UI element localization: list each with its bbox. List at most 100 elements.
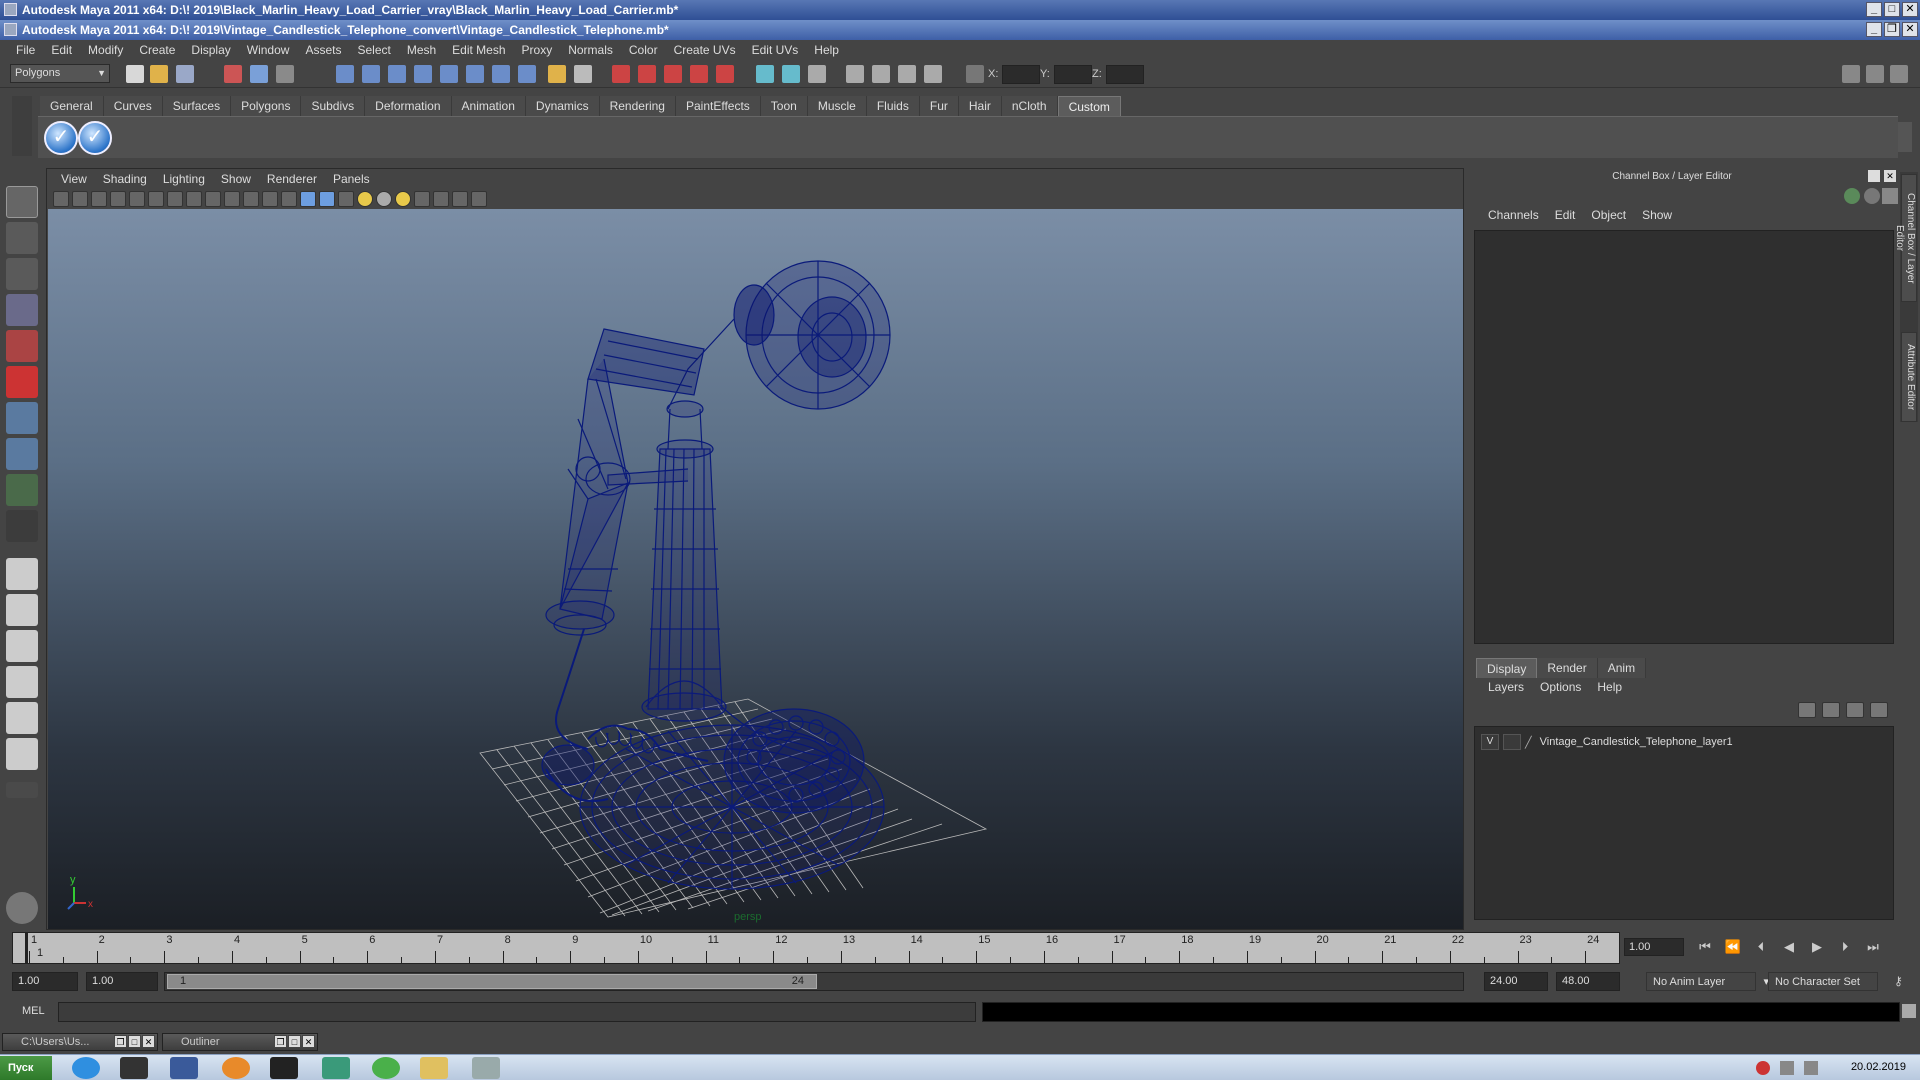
restore-icon[interactable]: ❐ — [114, 1035, 127, 1048]
default-light-icon[interactable] — [395, 191, 411, 207]
select-by-component-icon[interactable] — [276, 65, 294, 83]
attribute-editor-toggle-icon[interactable] — [1866, 65, 1884, 83]
current-time-marker[interactable] — [25, 933, 28, 963]
construction-icon[interactable] — [492, 65, 510, 83]
input-line-icon[interactable] — [756, 65, 774, 83]
restore-button[interactable]: ❐ — [1884, 22, 1900, 37]
new-layer-icon[interactable] — [1846, 702, 1864, 718]
viewport-menu-view[interactable]: View — [53, 171, 95, 187]
paint-select-tool-icon[interactable] — [6, 258, 38, 290]
channel-box-body[interactable] — [1474, 230, 1894, 644]
layout-graph-icon[interactable] — [6, 666, 38, 698]
layer-display-type-toggle[interactable] — [1503, 734, 1521, 750]
command-input[interactable] — [58, 1002, 976, 1022]
menu-edit-uvs[interactable]: Edit UVs — [744, 43, 807, 57]
channel-box-menu-object[interactable]: Object — [1583, 208, 1634, 222]
menu-help[interactable]: Help — [806, 43, 847, 57]
grid-icon[interactable] — [167, 191, 183, 207]
menu-window[interactable]: Window — [239, 43, 298, 57]
viewport-menu-show[interactable]: Show — [213, 171, 259, 187]
camera-2d-icon[interactable] — [129, 191, 145, 207]
select-tool-icon[interactable] — [6, 186, 38, 218]
layer-row[interactable]: V ╱ Vintage_Candlestick_Telephone_layer1 — [1481, 733, 1887, 751]
shelf-tab-custom[interactable]: Custom — [1057, 96, 1121, 116]
select-by-object-icon[interactable] — [250, 65, 268, 83]
new-layer-selected-icon[interactable] — [1870, 702, 1888, 718]
save-scene-icon[interactable] — [176, 65, 194, 83]
layer-menu-layers[interactable]: Layers — [1480, 680, 1532, 694]
menu-set-selector[interactable]: Polygons ▼ — [10, 64, 110, 83]
viewport-menu-shading[interactable]: Shading — [95, 171, 155, 187]
play-forward-icon[interactable]: ▶ — [1808, 938, 1826, 956]
shelf-tab-deformation[interactable]: Deformation — [365, 96, 452, 116]
camera-icon[interactable] — [846, 65, 864, 83]
field-chart-icon[interactable] — [243, 191, 259, 207]
minimize-button[interactable]: _ — [1866, 2, 1882, 17]
layer-menu-help[interactable]: Help — [1589, 680, 1630, 694]
camera-select-icon[interactable] — [53, 191, 69, 207]
shelf-tab-animation[interactable]: Animation — [451, 96, 526, 116]
viewport-menu-lighting[interactable]: Lighting — [155, 171, 213, 187]
shelf-checkmark-button-2[interactable]: ✓ — [78, 121, 112, 155]
photoshop-icon[interactable] — [270, 1057, 298, 1079]
shelf-tab-polygons[interactable]: Polygons — [231, 96, 302, 116]
main-window-titlebar[interactable]: Autodesk Maya 2011 x64: D:\! 2019\Vintag… — [0, 20, 1920, 40]
move-layer-up-icon[interactable] — [1798, 702, 1816, 718]
transform-mode-icon[interactable] — [924, 65, 942, 83]
last-tool-icon[interactable] — [6, 510, 38, 542]
start-button[interactable]: Пуск — [0, 1056, 52, 1080]
channel-box-menu-channels[interactable]: Channels — [1480, 208, 1547, 222]
time-slider[interactable]: 1 1 2 3 4 5 6 7 8 9 10 11 12 13 14 15 16 17 18 19 20 21 22 23 2… — [12, 932, 1620, 964]
shelf-tab-surfaces[interactable]: Surfaces — [162, 96, 232, 116]
animation-end-field[interactable]: 48.00 — [1556, 972, 1620, 991]
step-back-key-icon[interactable]: ⏪ — [1724, 938, 1742, 956]
channel-key-icon[interactable] — [1844, 188, 1860, 204]
shelf-tab-subdivs[interactable]: Subdivs — [301, 96, 366, 116]
firefox-icon[interactable] — [222, 1057, 250, 1079]
layer-tab-display[interactable]: Display — [1476, 658, 1538, 678]
lock-icon[interactable] — [548, 65, 566, 83]
shelf-handle[interactable] — [12, 96, 32, 156]
safe-action-icon[interactable] — [262, 191, 278, 207]
close-icon[interactable]: ✕ — [302, 1035, 315, 1048]
snap-view-plane-icon[interactable] — [414, 65, 432, 83]
shelf-checkmark-button-1[interactable]: ✓ — [44, 121, 78, 155]
menu-edit-mesh[interactable]: Edit Mesh — [444, 43, 513, 57]
menu-create[interactable]: Create — [131, 43, 183, 57]
viewport-menu-panels[interactable]: Panels — [325, 171, 378, 187]
pin-icon[interactable] — [1882, 188, 1898, 204]
tray-alert-icon[interactable] — [1756, 1061, 1770, 1075]
key-icon[interactable]: ⚷ — [1894, 974, 1910, 990]
play-backward-icon[interactable]: ◀ — [1780, 938, 1798, 956]
soft-mod-tool-icon[interactable] — [6, 438, 38, 470]
use-all-lights-icon[interactable] — [357, 191, 373, 207]
maximize-icon[interactable]: □ — [288, 1035, 301, 1048]
rotate-tool-icon[interactable] — [6, 330, 38, 362]
close-button[interactable]: ✕ — [1902, 2, 1918, 17]
skype-icon[interactable] — [72, 1057, 100, 1079]
menu-normals[interactable]: Normals — [560, 43, 621, 57]
channel-options-icon[interactable] — [1864, 188, 1880, 204]
bookmark-icon[interactable] — [91, 191, 107, 207]
snap-curve-icon[interactable] — [362, 65, 380, 83]
isolate-select-icon[interactable] — [414, 191, 430, 207]
shelf-tab-toon[interactable]: Toon — [760, 96, 808, 116]
attribute-editor-side-tab[interactable]: Attribute Editor — [1901, 332, 1917, 422]
float-panel-icon[interactable] — [1868, 170, 1880, 182]
menu-proxy[interactable]: Proxy — [514, 43, 561, 57]
shelf-scroll[interactable] — [1898, 122, 1912, 152]
layout-four-icon[interactable] — [6, 594, 38, 626]
menu-select[interactable]: Select — [349, 43, 398, 57]
layout-hypershade-icon[interactable] — [6, 702, 38, 734]
layer-tab-render[interactable]: Render — [1537, 658, 1598, 678]
select-tool-icon[interactable] — [898, 65, 916, 83]
shadows-icon[interactable] — [376, 191, 392, 207]
shelf-tab-muscle[interactable]: Muscle — [807, 96, 867, 116]
step-back-frame-icon[interactable]: ⏴ — [1752, 938, 1770, 956]
viewport-menu-renderer[interactable]: Renderer — [259, 171, 325, 187]
maya-taskbar-icon[interactable] — [170, 1057, 198, 1079]
go-to-end-icon[interactable]: ⏭ — [1864, 938, 1882, 956]
menu-mesh[interactable]: Mesh — [399, 43, 444, 57]
menu-file[interactable]: File — [8, 43, 43, 57]
step-forward-frame-icon[interactable]: ⏵ — [1836, 938, 1854, 956]
